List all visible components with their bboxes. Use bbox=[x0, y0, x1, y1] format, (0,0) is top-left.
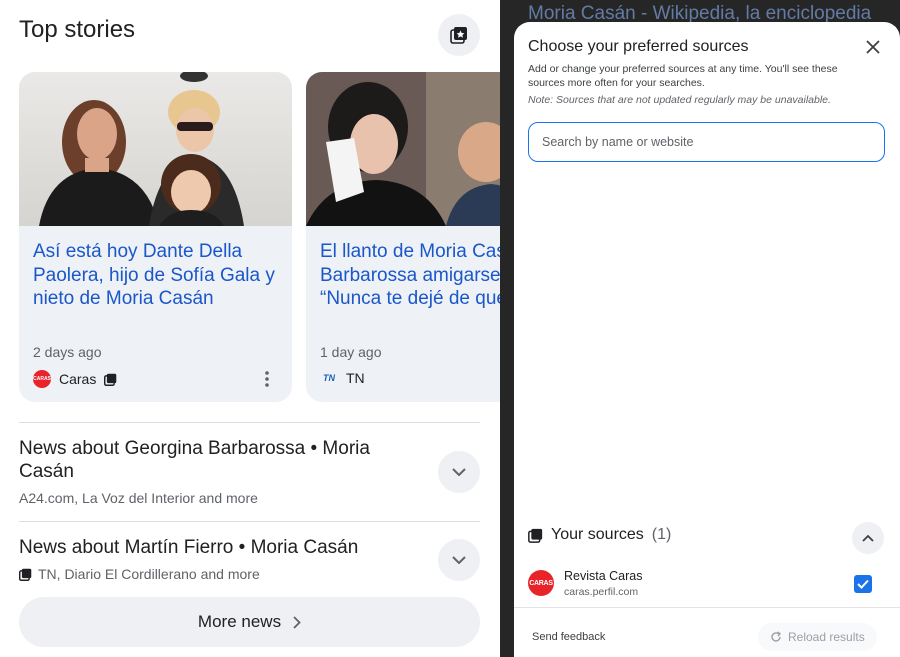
story-card[interactable]: El llanto de Moria Casán: Georgina Barba… bbox=[306, 72, 500, 402]
send-feedback-link[interactable]: Send feedback bbox=[532, 631, 605, 643]
story-headline[interactable]: El llanto de Moria Casán: Georgina Barba… bbox=[320, 240, 500, 311]
story-time: 2 days ago bbox=[33, 344, 102, 360]
your-sources-label: Your sources bbox=[551, 526, 644, 543]
caras-logo-icon: CARAS bbox=[33, 370, 51, 388]
top-stories-title: Top stories bbox=[19, 16, 136, 43]
preferred-source-badge-icon bbox=[19, 568, 32, 581]
story-source-name: Caras bbox=[59, 371, 97, 387]
source-search-box[interactable] bbox=[528, 122, 885, 162]
preferred-source-icon bbox=[528, 528, 543, 543]
chevron-up-icon bbox=[862, 534, 874, 542]
your-sources-header: Your sources (1) bbox=[528, 526, 671, 544]
collapse-button[interactable] bbox=[852, 522, 884, 554]
divider bbox=[19, 422, 480, 423]
news-cluster-title[interactable]: News about Martín Fierro • Moria Casán bbox=[19, 536, 419, 559]
close-button[interactable] bbox=[862, 36, 884, 58]
preferred-sources-dialog: Choose your preferred sources Add or cha… bbox=[514, 22, 900, 657]
source-checkbox[interactable] bbox=[854, 575, 872, 593]
dialog-description: Add or change your preferred sources at … bbox=[528, 63, 838, 89]
your-sources-count: (1) bbox=[651, 526, 672, 543]
chevron-right-icon bbox=[293, 615, 301, 629]
preferred-source-badge-icon bbox=[104, 373, 117, 386]
divider bbox=[19, 521, 480, 522]
dialog-note: Note: Sources that are not updated regul… bbox=[528, 94, 831, 106]
source-row[interactable]: CARAS Revista Caras caras.perfil.com bbox=[528, 567, 886, 601]
story-time: 1 day ago bbox=[320, 344, 382, 360]
source-url: caras.perfil.com bbox=[564, 586, 639, 598]
checkmark-icon bbox=[857, 579, 869, 589]
more-options-icon[interactable] bbox=[259, 370, 275, 388]
story-source-name: TN bbox=[346, 370, 365, 386]
top-stories-pane: Top stories Así está hoy Dante Della Pao… bbox=[0, 0, 500, 657]
preferred-source-icon bbox=[450, 27, 467, 44]
source-search-input[interactable] bbox=[529, 123, 884, 161]
reload-results-button[interactable]: Reload results bbox=[758, 623, 877, 651]
tn-logo-icon: TN bbox=[323, 373, 335, 383]
divider bbox=[514, 607, 900, 608]
chevron-down-icon bbox=[452, 555, 466, 564]
preferred-sources-button[interactable] bbox=[438, 14, 480, 56]
chevron-down-icon bbox=[452, 467, 466, 476]
news-cluster-sources: TN, Diario El Cordillerano and more bbox=[19, 566, 260, 582]
more-news-button[interactable]: More news bbox=[19, 597, 480, 647]
dialog-title: Choose your preferred sources bbox=[528, 38, 749, 55]
story-headline[interactable]: Así está hoy Dante Della Paolera, hijo d… bbox=[33, 240, 285, 311]
news-cluster-sources: A24.com, La Voz del Interior and more bbox=[19, 490, 258, 506]
refresh-icon bbox=[771, 631, 782, 642]
story-image bbox=[19, 72, 292, 226]
story-card[interactable]: Así está hoy Dante Della Paolera, hijo d… bbox=[19, 72, 292, 402]
story-image bbox=[306, 72, 500, 226]
story-source[interactable]: CARAS Caras bbox=[33, 370, 117, 388]
close-icon bbox=[866, 40, 880, 54]
caras-logo-icon: CARAS bbox=[528, 570, 554, 596]
news-cluster-title[interactable]: News about Georgina Barbarossa • Moria C… bbox=[19, 437, 419, 483]
expand-button[interactable] bbox=[438, 539, 480, 581]
source-name: Revista Caras bbox=[564, 569, 643, 583]
expand-button[interactable] bbox=[438, 451, 480, 493]
story-source[interactable]: TN TN bbox=[320, 370, 365, 386]
